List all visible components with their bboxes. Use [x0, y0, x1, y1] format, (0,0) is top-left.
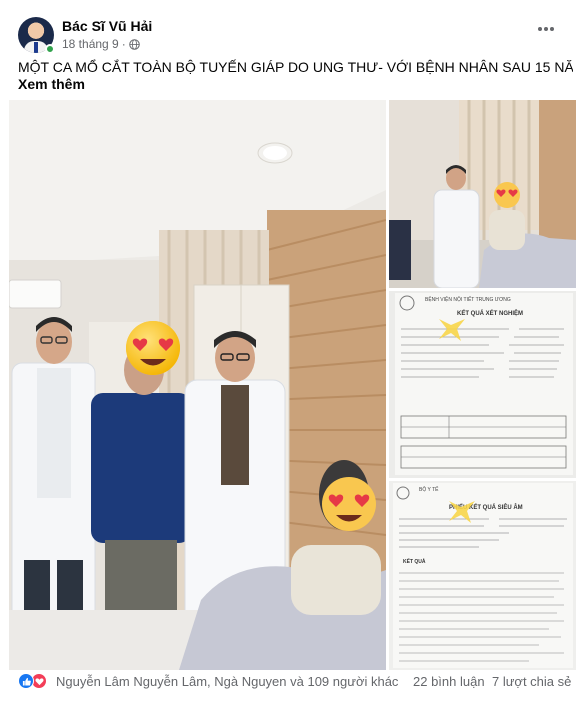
- post-date-link[interactable]: 18 tháng 9: [62, 37, 119, 51]
- ultrasound-document: BỘ Y TẾ PHIẾU KẾT QUẢ SIÊU ÂM KẾT QUẢ: [389, 481, 576, 670]
- author-name-link[interactable]: Bác Sĩ Vũ Hải: [62, 18, 152, 34]
- meta-separator: ·: [121, 37, 126, 51]
- online-status-icon: [45, 44, 55, 54]
- reaction-names-link[interactable]: Nguyễn Lâm Nguyễn Lâm, Ngà Nguyen và 109…: [56, 674, 398, 689]
- side-photo-ultrasound[interactable]: BỘ Y TẾ PHIẾU KẾT QUẢ SIÊU ÂM KẾT QUẢ: [389, 481, 576, 670]
- shares-count-link[interactable]: 7 lượt chia sẻ: [492, 674, 571, 689]
- doc2-header: BỘ Y TẾ: [419, 486, 439, 493]
- side-photo-room[interactable]: [389, 100, 576, 288]
- doc2-section: KẾT QUẢ: [403, 558, 426, 565]
- side-photo-lab-result[interactable]: BỆNH VIỆN NỘI TIẾT TRUNG ƯƠNG KẾT QUẢ XÉ…: [389, 291, 576, 478]
- media-grid: BỆNH VIỆN NỘI TIẾT TRUNG ƯƠNG KẾT QUẢ XÉ…: [9, 100, 579, 670]
- lab-result-document: BỆNH VIỆN NỘI TIẾT TRUNG ƯƠNG KẾT QUẢ XÉ…: [389, 291, 576, 478]
- comments-count-link[interactable]: 22 bình luận: [413, 674, 485, 689]
- post-footer: Nguyễn Lâm Nguyễn Lâm, Ngà Nguyen và 109…: [18, 672, 573, 694]
- main-photo[interactable]: [9, 100, 386, 670]
- see-more-link[interactable]: Xem thêm: [18, 76, 85, 92]
- room-thumbnail-illustration: [389, 100, 576, 288]
- reaction-icons[interactable]: [18, 673, 47, 689]
- globe-icon[interactable]: [128, 38, 140, 50]
- hospital-room-illustration: [9, 100, 386, 670]
- doc1-title: KẾT QUẢ XÉT NGHIỆM: [457, 309, 523, 317]
- more-options-icon[interactable]: [534, 19, 558, 39]
- post-text: MỘT CA MỔ CẮT TOÀN BỘ TUYẾN GIÁP DO UNG …: [18, 59, 573, 75]
- post-header: Bác Sĩ Vũ Hải 18 tháng 9 ·: [18, 17, 568, 57]
- like-icon: [18, 673, 34, 689]
- doc1-header: BỆNH VIỆN NỘI TIẾT TRUNG ƯƠNG: [425, 295, 511, 303]
- avatar-tie: [34, 42, 38, 53]
- post-meta: 18 tháng 9 ·: [62, 37, 140, 51]
